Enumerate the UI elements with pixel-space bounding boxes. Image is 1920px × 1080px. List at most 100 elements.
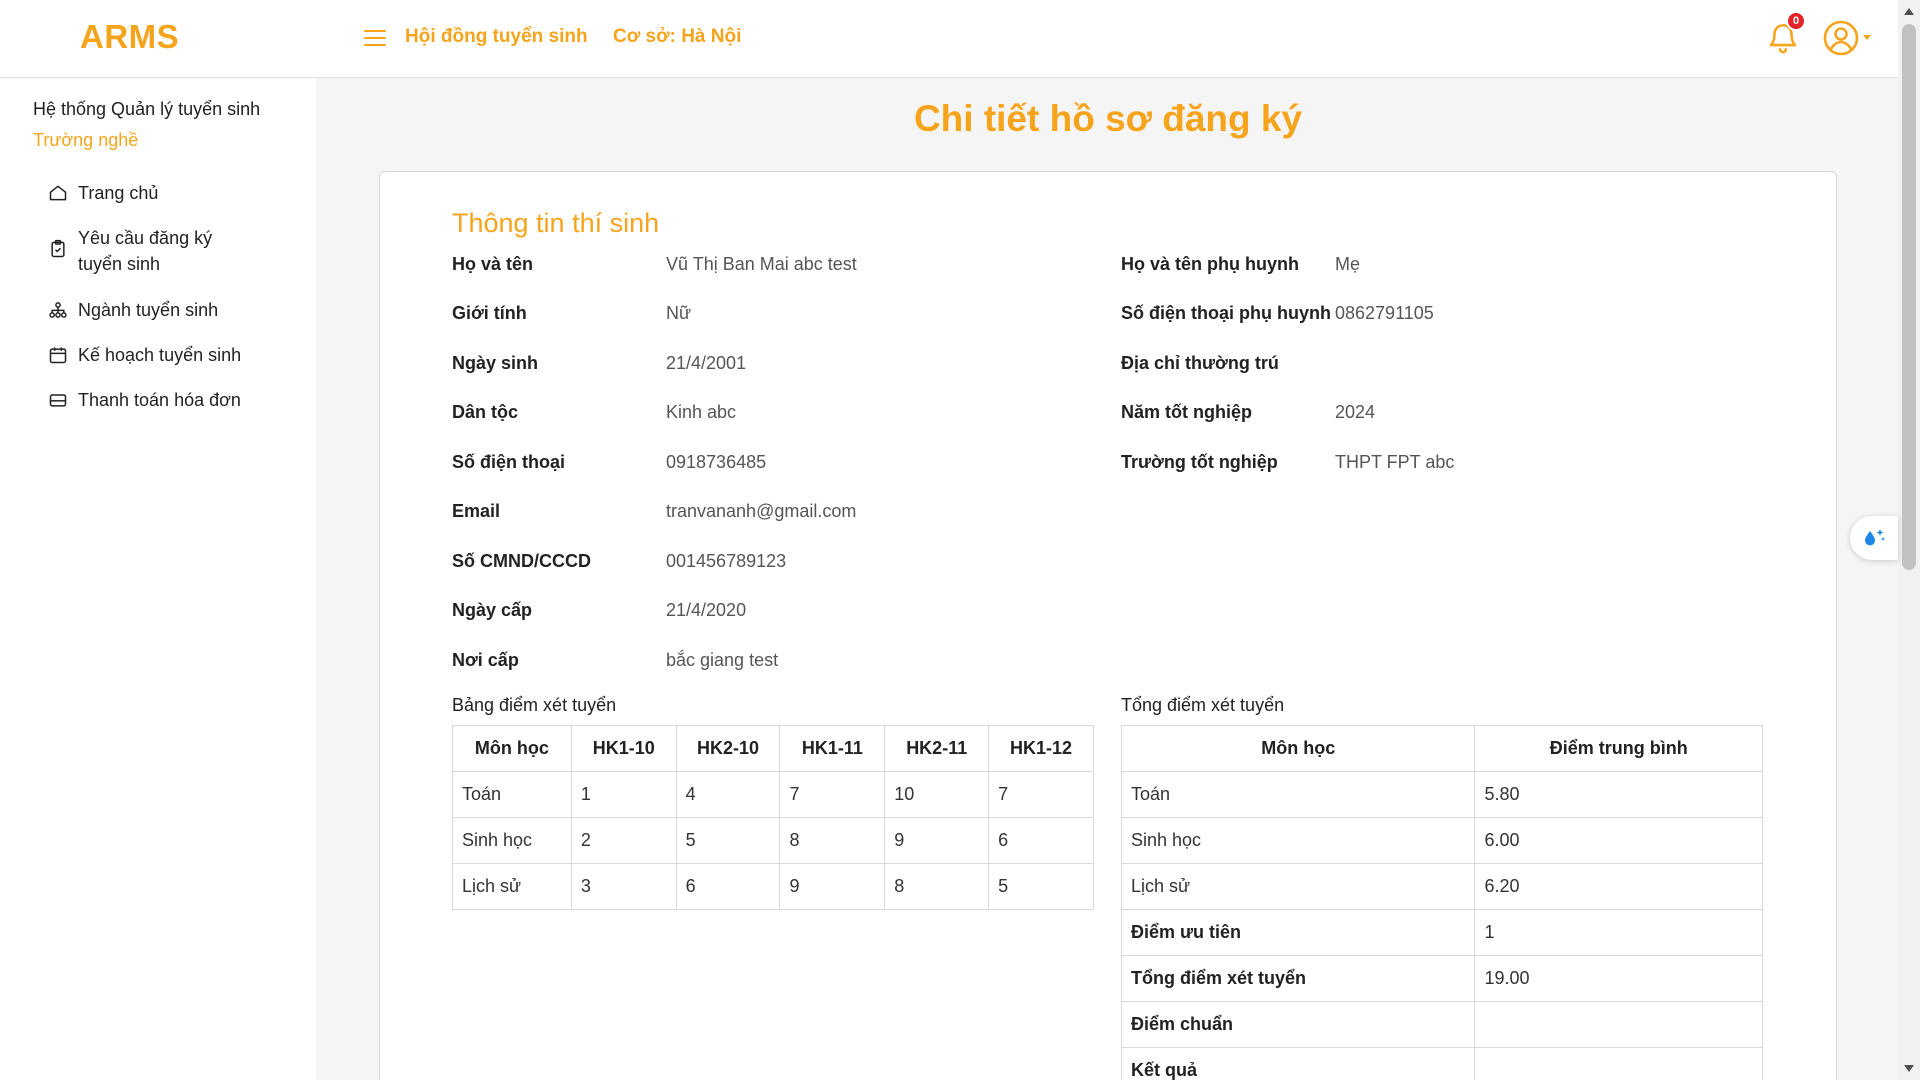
value-issue-date: 21/4/2020 — [666, 600, 747, 620]
label-issue-place: Nơi cấp — [452, 650, 519, 670]
label-parent-phone: Số điện thoại phụ huynh — [1121, 303, 1331, 323]
table-cell: 9 — [884, 817, 990, 864]
sidebar-item-label: Ngành tuyển sinh — [78, 300, 219, 320]
column-header: HK2-11 — [884, 725, 990, 772]
water-drop-sparkle-icon — [1865, 529, 1885, 546]
table-cell: Toán — [452, 771, 572, 818]
home-icon — [49, 185, 67, 201]
clipboard-icon — [51, 239, 65, 258]
sidebar-item-payment[interactable]: Thanh toán hóa đơn — [48, 387, 278, 413]
table-row: Lịch sử 3 6 9 8 5 — [452, 863, 1094, 910]
label-ethnicity: Dân tộc — [452, 402, 519, 422]
column-header: HK1-11 — [779, 725, 886, 772]
sidebar-item-registration-requests[interactable]: Yêu cầu đăng ký tuyển sinh — [48, 225, 260, 277]
sidebar: Hệ thống Quản lý tuyển sinh Trường nghề … — [0, 79, 316, 1080]
sidebar-subtitle: Trường nghề — [33, 130, 139, 150]
table-cell: 7 — [779, 771, 886, 818]
summary-table: Môn học Điểm trung bình Toán 5.80 Sinh h… — [1120, 725, 1763, 1080]
value-birth-date: 21/4/2001 — [666, 353, 747, 373]
sidebar-item-label: Yêu cầu đăng ký tuyển sinh — [78, 228, 213, 274]
page-scrollbar[interactable] — [1898, 0, 1920, 1080]
summary-table-caption: Tổng điểm xét tuyển — [1121, 695, 1285, 715]
table-row: Điểm ưu tiên 1 — [1120, 909, 1763, 956]
table-cell: 6 — [675, 863, 781, 910]
section-title: Thông tin thí sinh — [452, 208, 660, 238]
column-header: Môn học — [1120, 725, 1476, 772]
page-title: Chi tiết hồ sơ đăng ký — [913, 98, 1303, 139]
candidate-detail-card: Thông tin thí sinh Họ và tên Vũ Thị Ban … — [379, 171, 1837, 1080]
nav-admission-council[interactable]: Hội đồng tuyển sinh — [405, 26, 588, 48]
label-phone: Số điện thoại — [452, 452, 566, 472]
sidebar-item-majors[interactable]: Ngành tuyển sinh — [48, 297, 278, 323]
sidebar-item-plans[interactable]: Kế hoạch tuyển sinh — [48, 342, 278, 368]
table-cell: 6 — [988, 817, 1094, 864]
scroll-up-arrow-icon[interactable] — [1904, 8, 1914, 15]
table-cell: Sinh học — [1120, 817, 1476, 864]
table-row: Kết quả — [1120, 1047, 1763, 1080]
value-parent-phone: 0862791105 — [1335, 303, 1434, 323]
value-phone: 0918736485 — [666, 452, 767, 472]
label-birth-date: Ngày sinh — [452, 353, 539, 373]
table-row: Điểm chuẩn — [1120, 1001, 1763, 1048]
table-cell: 4 — [675, 771, 781, 818]
calendar-icon — [49, 347, 67, 364]
label-email: Email — [452, 501, 501, 521]
table-cell: Kết quả — [1120, 1047, 1476, 1080]
table-cell: 1 — [570, 771, 677, 818]
sidebar-item-label: Thanh toán hóa đơn — [78, 390, 241, 410]
table-row: Tổng điểm xét tuyển 19.00 — [1120, 955, 1763, 1002]
table-row: Lịch sử 6.20 — [1120, 863, 1763, 910]
value-graduation-school: THPT FPT abc — [1335, 452, 1455, 472]
table-cell: 19.00 — [1474, 955, 1763, 1002]
table-cell: 9 — [779, 863, 886, 910]
scroll-down-arrow-icon[interactable] — [1904, 1065, 1914, 1072]
app-logo[interactable]: ARMS — [80, 18, 179, 56]
credit-card-icon — [49, 394, 67, 407]
grades-table: Môn học HK1-10 HK2-10 HK1-11 HK2-11 HK1-… — [452, 725, 1094, 910]
column-header: HK1-10 — [570, 725, 677, 772]
value-issue-place: bắc giang test — [666, 650, 779, 670]
value-parent-name: Mẹ — [1335, 254, 1361, 274]
nav-campus[interactable]: Cơ sở: Hà Nội — [613, 26, 741, 48]
label-parent-name: Họ và tên phụ huynh — [1121, 254, 1299, 274]
table-row: Toán 1 4 7 10 7 — [452, 771, 1094, 818]
sidebar-item-label: Kế hoạch tuyển sinh — [78, 345, 242, 365]
floating-assistant-button[interactable] — [1850, 516, 1898, 560]
table-cell: 5 — [675, 817, 781, 864]
value-email: tranvananh@gmail.com — [666, 501, 857, 521]
value-gender: Nữ — [666, 303, 692, 323]
table-cell: 3 — [570, 863, 677, 910]
table-row: Sinh học 6.00 — [1120, 817, 1763, 864]
table-cell: 1 — [1474, 909, 1763, 956]
table-cell: Điểm ưu tiên — [1120, 909, 1476, 956]
table-cell — [1474, 1001, 1763, 1048]
sidebar-item-label: Trang chủ — [78, 183, 159, 203]
table-cell: 6.00 — [1474, 817, 1763, 864]
table-cell: 5 — [988, 863, 1094, 910]
table-cell: Điểm chuẩn — [1120, 1001, 1476, 1048]
hamburger-menu-icon[interactable] — [362, 26, 388, 50]
column-header: HK1-12 — [988, 725, 1094, 772]
table-cell: Sinh học — [452, 817, 572, 864]
table-cell: 7 — [988, 771, 1094, 818]
value-graduation-year: 2024 — [1335, 402, 1376, 422]
table-cell: Toán — [1120, 771, 1476, 818]
sidebar-item-home[interactable]: Trang chủ — [48, 180, 278, 206]
scroll-thumb[interactable] — [1902, 24, 1916, 570]
label-issue-date: Ngày cấp — [452, 600, 533, 620]
hierarchy-icon — [49, 302, 67, 318]
sidebar-title: Hệ thống Quản lý tuyển sinh — [33, 99, 261, 119]
table-row: Toán 5.80 — [1120, 771, 1763, 818]
table-header-row: Môn học HK1-10 HK2-10 HK1-11 HK2-11 HK1-… — [452, 725, 1094, 772]
column-header: Điểm trung bình — [1474, 725, 1763, 772]
column-header: Môn học — [452, 725, 572, 772]
label-graduation-year: Năm tốt nghiệp — [1121, 402, 1252, 422]
table-cell: Lịch sử — [452, 863, 572, 910]
label-id-number: Số CMND/CCCD — [452, 551, 591, 571]
value-id-number: 001456789123 — [666, 551, 787, 571]
table-row: Sinh học 2 5 8 9 6 — [452, 817, 1094, 864]
user-avatar-icon[interactable] — [1822, 19, 1874, 57]
table-cell: 2 — [570, 817, 677, 864]
grades-table-caption: Bảng điểm xét tuyển — [452, 695, 617, 715]
table-cell: Lịch sử — [1120, 863, 1476, 910]
